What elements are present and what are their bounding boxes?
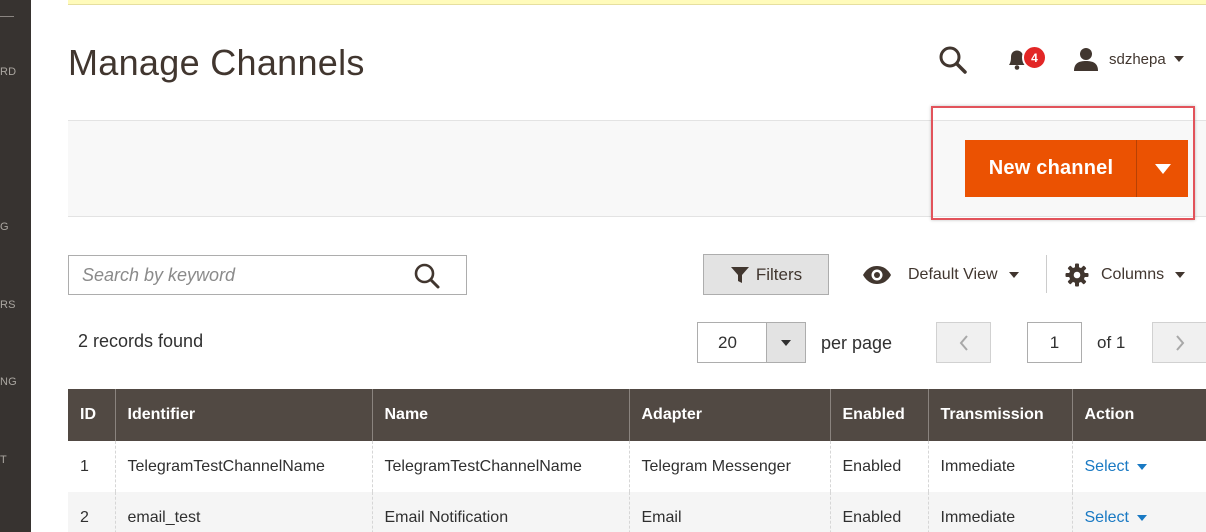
per-page-select[interactable]: 20 <box>697 322 767 363</box>
grid-header-row: ID Identifier Name Adapter Enabled Trans… <box>68 389 1206 441</box>
admin-sidebar: RD G RS NG T <box>0 0 31 532</box>
column-header-id[interactable]: ID <box>68 389 115 441</box>
eye-icon <box>863 266 891 284</box>
sidebar-item-content[interactable]: T <box>0 454 7 466</box>
chevron-down-icon <box>1173 56 1184 62</box>
search-input[interactable] <box>69 256 399 294</box>
global-search-icon[interactable] <box>937 44 969 76</box>
row-action-label: Select <box>1084 508 1129 526</box>
admin-page: RD G RS NG T Manage Channels 4 sdzhepa N… <box>0 0 1206 532</box>
cell-adapter: Telegram Messenger <box>628 441 830 492</box>
chevron-right-icon <box>1175 334 1184 351</box>
cell-id: 2 <box>68 492 115 532</box>
row-action-label: Select <box>1084 457 1129 475</box>
username-label: sdzhepa <box>1109 50 1166 68</box>
funnel-icon <box>730 266 749 283</box>
cell-adapter: Email <box>628 492 830 532</box>
view-switcher[interactable]: Default View <box>862 262 1019 288</box>
cell-enabled: Enabled <box>829 492 928 532</box>
page-total-label: of 1 <box>1097 333 1126 352</box>
column-header-identifier[interactable]: Identifier <box>114 389 372 441</box>
system-notice-bar <box>68 0 1206 5</box>
filters-label: Filters <box>755 264 803 284</box>
highlight-outline <box>931 106 1195 220</box>
keyword-search <box>68 255 467 295</box>
cell-enabled: Enabled <box>829 441 928 492</box>
previous-page-button[interactable] <box>936 322 991 363</box>
chevron-left-icon <box>959 334 968 351</box>
row-action-select[interactable]: Select <box>1085 509 1147 527</box>
cell-name: Email Notification <box>371 492 629 532</box>
row-action-select[interactable]: Select <box>1085 458 1147 476</box>
sidebar-item-customers[interactable]: RS <box>0 299 16 311</box>
notifications-count-badge[interactable]: 4 <box>1022 45 1047 70</box>
columns-label: Columns <box>1101 266 1165 283</box>
chevron-down-icon <box>1175 272 1186 278</box>
search-submit-icon[interactable] <box>412 261 442 291</box>
view-label: Default View <box>908 266 998 283</box>
table-row[interactable]: 2 email_test Email Notification Email En… <box>68 492 1206 532</box>
cell-id: 1 <box>68 441 115 492</box>
chevron-down-icon <box>781 339 791 346</box>
records-found-count: 2 records found <box>78 331 204 351</box>
cell-transmission: Immediate <box>927 441 1072 492</box>
per-page-dropdown-toggle[interactable] <box>766 322 806 363</box>
column-header-adapter[interactable]: Adapter <box>628 389 830 441</box>
cell-identifier: TelegramTestChannelName <box>114 441 372 492</box>
cell-name: TelegramTestChannelName <box>371 441 629 492</box>
per-page-label: per page <box>821 333 893 353</box>
page-title: Manage Channels <box>68 42 365 83</box>
user-icon <box>1074 48 1098 71</box>
column-header-action: Action <box>1071 389 1206 441</box>
chevron-down-icon <box>1008 272 1019 278</box>
user-account-menu[interactable]: sdzhepa <box>1073 46 1184 72</box>
column-header-transmission[interactable]: Transmission <box>927 389 1072 441</box>
gear-icon <box>1065 263 1089 287</box>
sidebar-item-dashboard[interactable]: RD <box>0 66 16 78</box>
table-row[interactable]: 1 TelegramTestChannelName TelegramTestCh… <box>68 441 1206 492</box>
sidebar-item-catalog[interactable]: G <box>0 221 9 233</box>
sidebar-rule <box>0 16 14 17</box>
cell-transmission: Immediate <box>927 492 1072 532</box>
sidebar-item-marketing[interactable]: NG <box>0 376 17 388</box>
column-header-enabled[interactable]: Enabled <box>829 389 928 441</box>
next-page-button[interactable] <box>1152 322 1206 363</box>
current-page-input[interactable] <box>1027 322 1082 363</box>
chevron-down-icon <box>1136 514 1147 521</box>
column-header-name[interactable]: Name <box>371 389 629 441</box>
columns-control[interactable]: Columns <box>1065 262 1186 288</box>
channels-grid: ID Identifier Name Adapter Enabled Trans… <box>68 389 1206 532</box>
chevron-down-icon <box>1136 463 1147 470</box>
filters-button[interactable]: Filters <box>703 254 829 295</box>
toolbar-divider <box>1046 255 1047 293</box>
cell-identifier: email_test <box>114 492 372 532</box>
cell-action: Select <box>1071 441 1206 492</box>
cell-action: Select <box>1071 492 1206 532</box>
